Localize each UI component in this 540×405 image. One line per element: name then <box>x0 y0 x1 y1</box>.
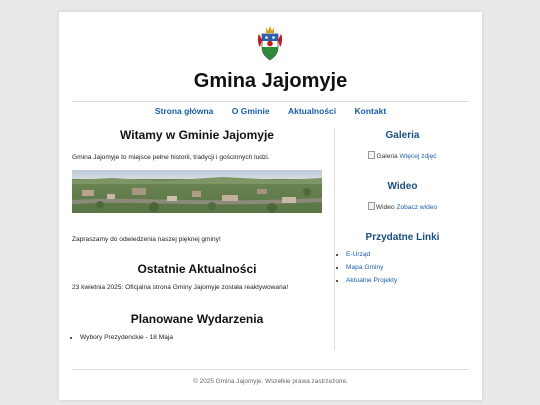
main-nav: Strona główna O Gminie Aktualności Konta… <box>59 106 482 116</box>
gallery-heading: Galeria <box>385 130 420 141</box>
header-divider <box>72 101 469 102</box>
town-panorama-image <box>72 170 322 213</box>
welcome-heading: Witamy w Gminie Jajomyje <box>120 128 274 142</box>
gallery-image: Galeria <box>368 153 397 160</box>
list-item: Mapa Gminy <box>346 264 476 271</box>
welcome-intro: Gmina Jajomyje to miejsce pełne historii… <box>72 154 270 161</box>
news-item: 23 kwietnia 2025: Oficjalna strona Gminy… <box>72 284 289 291</box>
events-heading: Planowane Wydarzenia <box>130 312 264 326</box>
list-item: Aktualne Projekty <box>346 277 476 284</box>
video-row: Wideo Zobacz wideo <box>335 202 470 211</box>
footer-text: © 2025 Gmina Jajomyje. Wszelkie prawa za… <box>193 378 348 385</box>
page-container: Gmina Jajomyje Strona główna O Gminie Ak… <box>59 12 482 400</box>
video-link[interactable]: Zobacz wideo <box>396 204 437 211</box>
nav-item-about[interactable]: O Gminie <box>232 106 270 116</box>
nav-item-news[interactable]: Aktualności <box>288 106 336 116</box>
site-title: Gmina Jajomyje <box>193 70 348 92</box>
nav-item-home[interactable]: Strona główna <box>155 106 214 116</box>
link-aktualne-projekty[interactable]: Aktualne Projekty <box>346 277 397 284</box>
coat-of-arms-icon <box>257 26 283 61</box>
list-item: E-Urząd <box>346 251 476 258</box>
news-heading: Ostatnie Aktualności <box>137 262 257 276</box>
gallery-row: Galeria Więcej zdjęć <box>335 151 470 160</box>
events-list: Wybory Prezydenckie - 18 Maja <box>72 334 320 341</box>
video-heading: Wideo <box>387 181 418 192</box>
gallery-more-link[interactable]: Więcej zdjęć <box>400 153 437 160</box>
video-image: Wideo <box>368 204 395 211</box>
link-mapa-gminy[interactable]: Mapa Gminy <box>346 264 383 271</box>
link-e-urzad[interactable]: E-Urząd <box>346 251 370 258</box>
nav-item-contact[interactable]: Kontakt <box>355 106 387 116</box>
links-heading: Przydatne Linki <box>365 232 440 243</box>
list-item: Wybory Prezydenckie - 18 Maja <box>80 334 320 341</box>
welcome-outro: Zapraszamy do odwiedzenia naszej pięknej… <box>72 236 221 243</box>
footer-divider <box>72 369 469 370</box>
useful-links-list: E-Urząd Mapa Gminy Aktualne Projekty <box>335 251 476 290</box>
